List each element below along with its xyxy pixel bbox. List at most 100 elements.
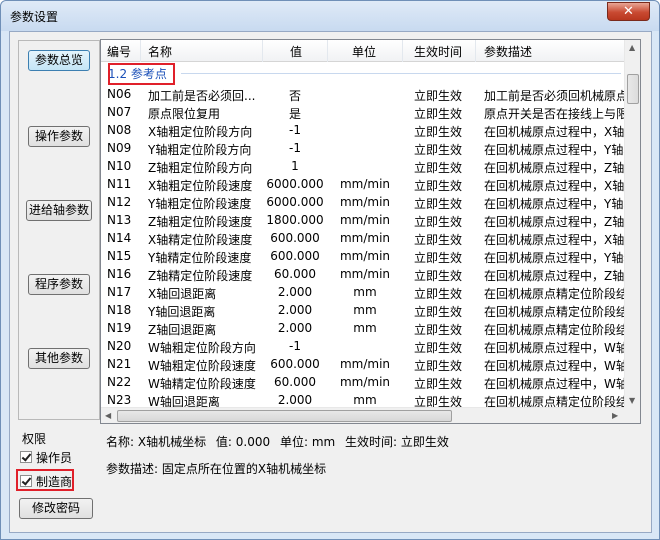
- cell-id: N07: [107, 105, 132, 119]
- table-row[interactable]: N10 Z轴粗定位阶段方向 1 立即生效 在回机械原点过程中，Z轴粗定位: [101, 157, 626, 175]
- nav-other-button[interactable]: 其他参数: [28, 348, 90, 369]
- cell-unit: mm/min: [339, 357, 391, 371]
- col-header-id[interactable]: 编号: [107, 43, 131, 60]
- category-nav: 参数总览 操作参数 进给轴参数 程序参数 其他参数: [18, 40, 100, 420]
- cell-value: 2.000: [277, 303, 313, 317]
- change-password-button[interactable]: 修改密码: [19, 498, 93, 519]
- table-row[interactable]: N21 W轴粗定位阶段速度 600.000 mm/min 立即生效 在回机械原点过程中，W…: [101, 355, 626, 373]
- table-row[interactable]: N22 W轴精定位阶段速度 60.000 mm/min 立即生效 在回机械原点过程中，W轴…: [101, 373, 626, 391]
- cell-value: 600.000: [270, 357, 320, 371]
- table-row[interactable]: N20 W轴粗定位阶段方向 -1 立即生效 在回机械原点过程中，W轴粗定位: [101, 337, 626, 355]
- cell-description: 在回机械原点过程中，X轴粗定位: [484, 179, 626, 193]
- table-row[interactable]: N12 Y轴粗定位阶段速度 6000.000 mm/min 立即生效 在回机械原点过程中，…: [101, 193, 626, 211]
- cell-name: 加工前是否必须回...: [148, 89, 256, 103]
- cell-name: X轴精定位阶段速度: [148, 233, 253, 247]
- parameter-settings-window: 参数设置 ✕ 参数总览 操作参数 进给轴参数 程序参数 其他参数 权限 操作员 …: [0, 0, 660, 540]
- cell-effect: 立即生效: [414, 143, 463, 157]
- cell-description: 在回机械原点过程中，W轴粗定位: [484, 341, 626, 355]
- horizontal-scrollbar[interactable]: ◀ ▶: [101, 407, 626, 423]
- scroll-corner: [624, 407, 640, 423]
- nav-overview-button[interactable]: 参数总览: [28, 50, 90, 71]
- table-row[interactable]: N09 Y轴粗定位阶段方向 -1 立即生效 在回机械原点过程中，Y轴粗定位: [101, 139, 626, 157]
- table-row[interactable]: N16 Z轴精定位阶段速度 60.000 mm/min 立即生效 在回机械原点过程中，Z轴…: [101, 265, 626, 283]
- col-header-value[interactable]: 值: [290, 43, 302, 60]
- operator-checkbox[interactable]: 操作员: [20, 448, 72, 466]
- detail-name: 名称: X轴机械坐标: [106, 435, 207, 449]
- cell-description: 在回机械原点过程中，W轴粗定位: [484, 359, 626, 373]
- cell-id: N11: [107, 177, 132, 191]
- col-header-effect[interactable]: 生效时间: [414, 43, 462, 60]
- cell-description: 在回机械原点过程中，Y轴精定位: [484, 251, 626, 265]
- cell-id: N14: [107, 231, 132, 245]
- cell-value: 1: [291, 159, 299, 173]
- scroll-down-icon[interactable]: ▼: [629, 396, 635, 405]
- cell-id: N20: [107, 339, 132, 353]
- cell-id: N17: [107, 285, 132, 299]
- col-header-description[interactable]: 参数描述: [484, 43, 532, 60]
- cell-unit: mm: [353, 393, 377, 407]
- cell-id: N08: [107, 123, 132, 137]
- nav-program-button[interactable]: 程序参数: [28, 274, 90, 295]
- vertical-scroll-thumb[interactable]: [627, 74, 639, 104]
- table-row[interactable]: N07 原点限位复用 是 立即生效 原点开关是否在接线上与限位开: [101, 103, 626, 121]
- cell-effect: 立即生效: [414, 197, 463, 211]
- table-row[interactable]: N08 X轴粗定位阶段方向 -1 立即生效 在回机械原点过程中，X轴粗定位: [101, 121, 626, 139]
- section-highlight: [108, 63, 175, 85]
- cell-description: 在回机械原点过程中，Z轴精定位: [484, 269, 626, 283]
- table-row[interactable]: N17 X轴回退距离 2.000 mm 立即生效 在回机械原点精定位阶段结束后: [101, 283, 626, 301]
- col-header-unit[interactable]: 单位: [352, 43, 376, 60]
- detail-description: 参数描述: 固定点所在位置的X轴机械坐标: [106, 462, 327, 476]
- scroll-left-icon[interactable]: ◀: [105, 411, 111, 420]
- cell-name: Z轴粗定位阶段方向: [148, 161, 253, 175]
- permissions-label: 权限: [22, 432, 47, 446]
- cell-description: 在回机械原点过程中，Y轴粗定位: [484, 143, 626, 157]
- table-row[interactable]: N11 X轴粗定位阶段速度 6000.000 mm/min 立即生效 在回机械原点过程中，…: [101, 175, 626, 193]
- cell-description: 原点开关是否在接线上与限位开: [484, 107, 626, 121]
- parameter-table: 编号 名称 值 单位 生效时间 参数描述 1.2 参考点 N06 加工前是否必须回…: [100, 39, 641, 424]
- cell-effect: 立即生效: [414, 179, 463, 193]
- table-row[interactable]: N13 Z轴粗定位阶段速度 1800.000 mm/min 立即生效 在回机械原点过程中，…: [101, 211, 626, 229]
- checkmark-icon: [20, 451, 32, 463]
- cell-name: X轴粗定位阶段速度: [148, 179, 253, 193]
- cell-id: N22: [107, 375, 132, 389]
- cell-name: W轴粗定位阶段速度: [148, 359, 256, 373]
- col-header-name[interactable]: 名称: [148, 43, 172, 60]
- cell-unit: mm/min: [339, 249, 391, 263]
- close-button[interactable]: ✕: [607, 2, 650, 21]
- cell-description: 在回机械原点精定位阶段结束后: [484, 323, 626, 337]
- cell-value: 是: [288, 107, 301, 121]
- table-row[interactable]: N06 加工前是否必须回... 否 立即生效 加工前是否必须回机械原点后才: [101, 85, 626, 103]
- cell-effect: 立即生效: [414, 89, 463, 103]
- vertical-scrollbar[interactable]: ▲ ▼: [624, 40, 640, 408]
- cell-id: N18: [107, 303, 132, 317]
- cell-value: 1800.000: [266, 213, 324, 227]
- cell-value: 否: [288, 89, 301, 103]
- table-row[interactable]: N19 Z轴回退距离 2.000 mm 立即生效 在回机械原点精定位阶段结束后: [101, 319, 626, 337]
- cell-effect: 立即生效: [414, 125, 463, 139]
- operator-label: 操作员: [36, 450, 73, 465]
- nav-feed-axis-button[interactable]: 进给轴参数: [26, 200, 92, 221]
- cell-unit: mm/min: [339, 375, 391, 389]
- cell-id: N09: [107, 141, 132, 155]
- cell-id: N10: [107, 159, 132, 173]
- cell-unit: mm: [353, 303, 377, 317]
- table-row[interactable]: N14 X轴精定位阶段速度 600.000 mm/min 立即生效 在回机械原点过程中，X…: [101, 229, 626, 247]
- nav-operation-button[interactable]: 操作参数: [28, 126, 90, 147]
- scroll-right-icon[interactable]: ▶: [612, 411, 618, 420]
- cell-id: N12: [107, 195, 132, 209]
- client-area: 参数总览 操作参数 进给轴参数 程序参数 其他参数 权限 操作员 制造商 修改密…: [9, 31, 652, 533]
- table-row[interactable]: N15 Y轴精定位阶段速度 600.000 mm/min 立即生效 在回机械原点过程中，Y…: [101, 247, 626, 265]
- cell-unit: mm: [353, 285, 377, 299]
- cell-value: 2.000: [277, 285, 313, 299]
- cell-id: N13: [107, 213, 132, 227]
- cell-name: Y轴回退距离: [148, 305, 216, 319]
- cell-name: X轴粗定位阶段方向: [148, 125, 253, 139]
- cell-value: 600.000: [270, 231, 320, 245]
- table-row[interactable]: N18 Y轴回退距离 2.000 mm 立即生效 在回机械原点精定位阶段结束后: [101, 301, 626, 319]
- cell-effect: 立即生效: [414, 359, 463, 373]
- horizontal-scroll-thumb[interactable]: [117, 410, 452, 422]
- detail-effect: 生效时间: 立即生效: [345, 435, 449, 449]
- cell-value: 2.000: [277, 321, 313, 335]
- scroll-up-icon[interactable]: ▲: [629, 43, 635, 52]
- cell-name: 原点限位复用: [148, 107, 221, 121]
